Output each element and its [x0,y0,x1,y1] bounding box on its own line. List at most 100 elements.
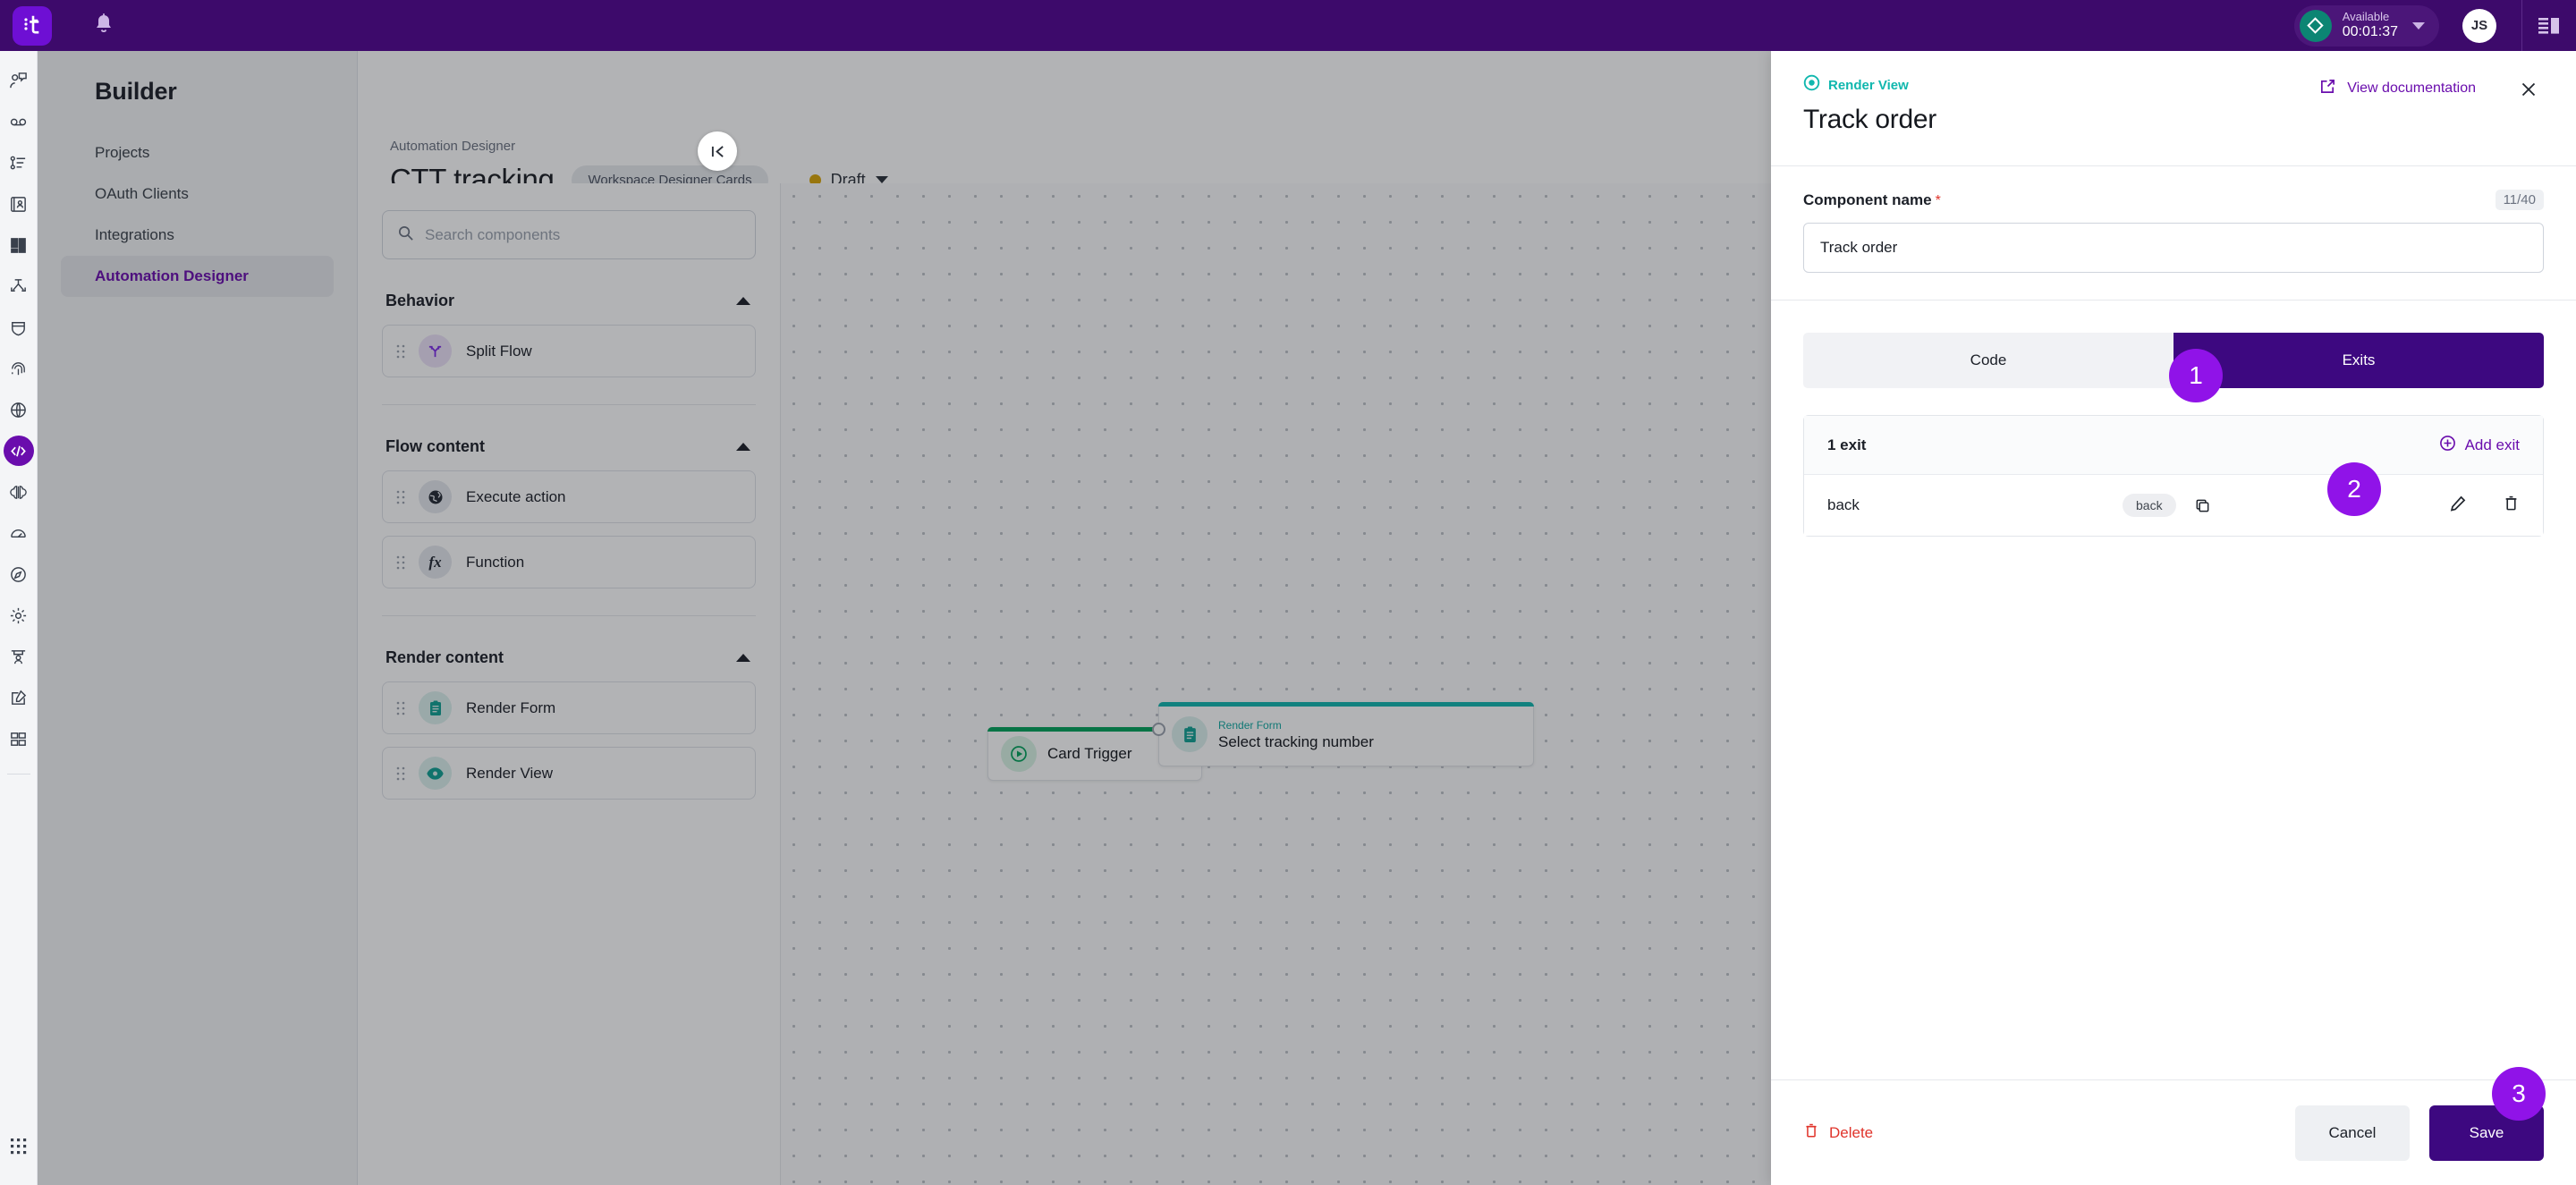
palette-item-split-flow[interactable]: Split Flow [382,325,756,377]
palette-group-behavior: Behavior Split Flow [382,292,756,377]
palette-item-render-form[interactable]: Render Form [382,681,756,734]
gauge-icon[interactable] [4,518,34,548]
delete-button[interactable]: Delete [1803,1122,1873,1143]
contacts-book-icon[interactable] [4,189,34,219]
save-label: Save [2469,1123,2504,1141]
palette-item-render-view[interactable]: Render View [382,747,756,800]
tab-code[interactable]: Code [1803,333,2174,388]
cancel-button[interactable]: Cancel [2295,1105,2410,1161]
palette-item-label: Execute action [466,487,566,505]
exits-count: 1 exit [1827,436,1867,453]
component-name-input[interactable]: Track order [1803,223,2544,273]
tab-exits[interactable]: Exits [2174,333,2544,388]
nav-item-label: Projects [95,144,150,161]
globe-action-icon [419,480,452,513]
automation-designer-canvas: Automation Designer CTT tracking Workspa… [358,51,1771,1185]
tab-label: Exits [2342,351,2376,368]
panel-header: Render View Track order View documentati… [1771,51,2576,165]
collapse-panel-icon[interactable] [698,131,737,171]
node-accent-bar [1158,702,1534,707]
sidebar-item-projects[interactable]: Projects [61,132,334,174]
flow-node-select-tracking-number[interactable]: Render Form Select tracking number [1152,702,1534,766]
palette-item-label: Render Form [466,698,556,716]
clipboard-form-icon [1172,716,1208,752]
app-launcher-icon[interactable] [4,1131,34,1162]
builder-nav-panel: Builder Projects OAuth Clients Integrati… [38,51,358,1185]
eye-view-icon [1803,74,1820,96]
component-name-value: Track order [1820,239,1898,256]
brain-icon[interactable] [4,477,34,507]
drag-handle-icon[interactable] [383,701,419,715]
chevron-down-icon[interactable] [2412,21,2425,30]
gear-icon[interactable] [4,600,34,631]
plus-circle-icon [2439,435,2456,456]
exit-row[interactable]: back back [1804,475,2543,536]
play-trigger-icon [1001,736,1037,772]
panel-kind-label: Render View [1828,77,1909,93]
nav-title: Builder [95,78,177,105]
chevron-down-icon[interactable] [875,176,888,183]
app-root: Available 00:01:37 JS Builder Projects O… [0,0,2576,1185]
split-flow-icon [419,334,452,368]
field-label-wrap: Component name * [1803,191,1941,209]
apps-grid-icon[interactable] [4,724,34,754]
palette-item-label: Split Flow [466,342,532,360]
dashboard-layout-icon[interactable] [4,230,34,260]
task-list-icon[interactable] [4,148,34,178]
flow-canvas[interactable]: Card Trigger Render Form Select tracking… [781,183,1771,1185]
edit-box-icon[interactable] [4,682,34,713]
group-header[interactable]: Behavior [382,292,756,310]
chevron-up-icon[interactable] [736,654,750,662]
cancel-label: Cancel [2328,1123,2377,1141]
copy-icon[interactable] [2194,497,2211,514]
palette-item-execute-action[interactable]: Execute action [382,470,756,523]
field-label-row: Component name * 11/40 [1803,190,2544,210]
group-title: Flow content [386,437,485,455]
drag-handle-icon[interactable] [383,490,419,504]
group-header[interactable]: Render content [382,648,756,667]
chevron-up-icon[interactable] [736,443,750,451]
exits-card: 1 exit Add exit back back [1803,415,2544,537]
drag-handle-icon[interactable] [383,344,419,359]
sidebar-item-integrations[interactable]: Integrations [61,215,334,256]
agent-chat-icon[interactable] [4,65,34,96]
palette-item-function[interactable]: fx Function [382,536,756,588]
view-documentation-label: View documentation [2347,80,2476,96]
compass-icon[interactable] [4,559,34,589]
globe-icon[interactable] [4,394,34,425]
drag-handle-icon[interactable] [383,766,419,781]
palette-group-render-content: Render content Render Form Render View [382,648,756,800]
drag-handle-icon[interactable] [383,555,419,570]
fingerprint-icon[interactable] [4,353,34,384]
node-input-port[interactable] [1152,723,1165,736]
status-timer: 00:01:37 [2342,23,2398,39]
logo-icon[interactable] [13,5,52,46]
sidebar-item-automation-designer[interactable]: Automation Designer [61,256,334,297]
routing-flow-icon[interactable] [4,271,34,301]
avatar[interactable]: JS [2462,8,2496,43]
exits-header: 1 exit Add exit [1804,416,2543,475]
flow-node-label: Select tracking number [1218,733,1374,750]
exit-row-actions [2449,495,2520,517]
code-brackets-icon[interactable] [3,436,34,466]
pencil-icon[interactable] [2449,495,2467,517]
search-input[interactable]: Search components [382,210,756,259]
chevron-up-icon[interactable] [736,297,750,305]
sidebar-item-oauth-clients[interactable]: OAuth Clients [61,174,334,215]
layout-panel-icon[interactable] [2522,16,2576,36]
panel-footer: Delete Cancel Save [1771,1079,2576,1185]
view-documentation-link[interactable]: View documentation [2319,78,2476,99]
workforce-icon[interactable] [4,641,34,672]
nav-list: Projects OAuth Clients Integrations Auto… [38,132,357,297]
panel-spacer [1771,537,2576,1079]
component-name-field: Component name * 11/40 Track order [1771,166,2576,300]
trash-icon[interactable] [2503,495,2520,516]
bell-icon[interactable] [93,13,114,39]
close-icon[interactable] [2513,74,2544,105]
voicemail-icon[interactable] [4,106,34,137]
availability-status[interactable]: Available 00:01:37 [2293,4,2439,47]
add-exit-button[interactable]: Add exit [2439,435,2520,456]
shield-icon[interactable] [4,312,34,343]
group-header[interactable]: Flow content [382,437,756,456]
status-diamond-icon [2299,9,2332,42]
